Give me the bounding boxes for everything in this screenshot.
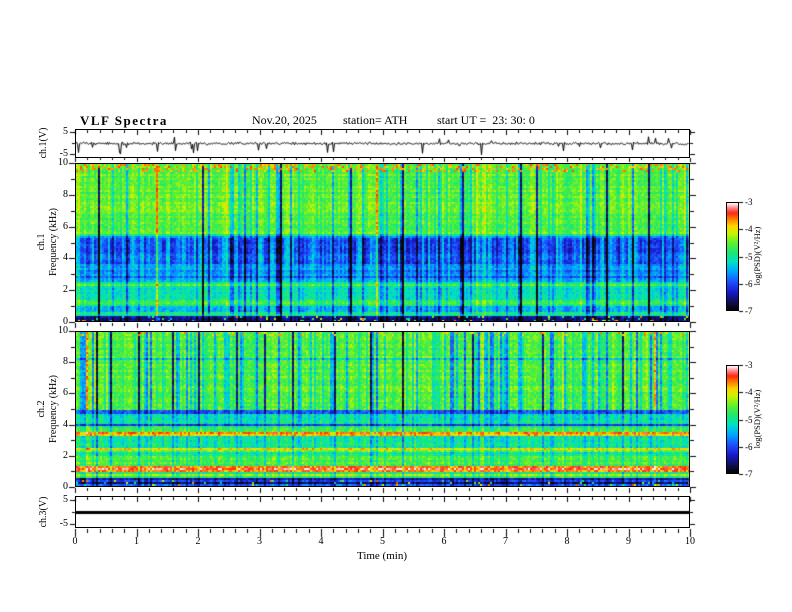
colorbar-tick-label: -7: [745, 306, 753, 316]
y-tick-label: 4: [63, 418, 68, 430]
station-label: station= ATH: [343, 113, 408, 127]
y-tick-label: 4: [63, 252, 68, 264]
time-axis-label: Time (min): [356, 550, 407, 562]
colorbar-tick-label: -3: [745, 197, 753, 207]
x-tick-label: 8: [564, 536, 570, 547]
colorbar-tick-label: -5: [745, 251, 753, 262]
y-tick-label: -5: [59, 148, 68, 159]
colorbar-tick-label: -7: [745, 469, 753, 479]
x-tick-label: 5: [380, 536, 385, 547]
figure-title: VLF Spectra: [80, 113, 168, 128]
x-tick-label: 9: [626, 536, 631, 547]
x-tick-label: 3: [257, 536, 262, 547]
wave3-y-axis-label: ch.3(V): [38, 496, 49, 528]
spectrogram-canvas-ch1: [76, 164, 689, 321]
y-tick-label: 0: [63, 481, 68, 492]
x-tick-label: 1: [134, 536, 139, 547]
x-tick-label: 2: [195, 536, 201, 547]
x-tick-label: 10: [685, 536, 695, 547]
start-ut-label: start UT = 23: 30: 0: [437, 113, 535, 127]
colorbar-tick-label: -5: [745, 414, 753, 425]
vlf-spectra-figure: VLF Spectra Nov.20, 2025 station= ATH st…: [0, 0, 792, 612]
figure-date: Nov.20, 2025: [252, 113, 317, 127]
colorbar-1-gradient: [727, 203, 738, 310]
waveform-canvas-ch3: [76, 497, 689, 527]
y-tick-label: -5: [59, 518, 68, 529]
y-tick-label: 6: [63, 387, 68, 399]
x-tick-label: 7: [503, 536, 508, 547]
spectrogram-panel-ch2: [75, 331, 690, 487]
spectrogram-canvas-ch2: [76, 332, 689, 486]
y-tick-label: 8: [63, 356, 68, 368]
x-tick-label: 0: [72, 536, 78, 547]
y-tick-label: 10: [58, 325, 68, 336]
x-tick-label: 6: [441, 536, 447, 547]
y-tick-label: 8: [63, 188, 68, 200]
waveform-canvas-ch1: [76, 130, 689, 157]
colorbar-tick-label: -4: [745, 224, 753, 235]
colorbar-2-gradient: [727, 366, 738, 473]
y-tick-label: 6: [63, 220, 68, 232]
y-tick-label: 2: [63, 284, 68, 296]
waveform-panel-ch1: [75, 129, 690, 158]
y-tick-label: 2: [63, 449, 68, 461]
y-tick-label: 5: [63, 494, 68, 505]
y-tick-label: 5: [63, 126, 68, 137]
waveform-panel-ch3: [75, 496, 690, 528]
colorbar-tick-label: -6: [745, 441, 753, 452]
colorbar-tick-label: -4: [745, 387, 753, 398]
colorbar-2: [726, 365, 739, 474]
colorbar-1: [726, 202, 739, 311]
colorbar-tick-label: -6: [745, 278, 753, 289]
x-tick-label: 4: [318, 536, 324, 547]
spectrogram-panel-ch1: [75, 163, 690, 322]
colorbar-tick-label: -3: [745, 360, 753, 370]
